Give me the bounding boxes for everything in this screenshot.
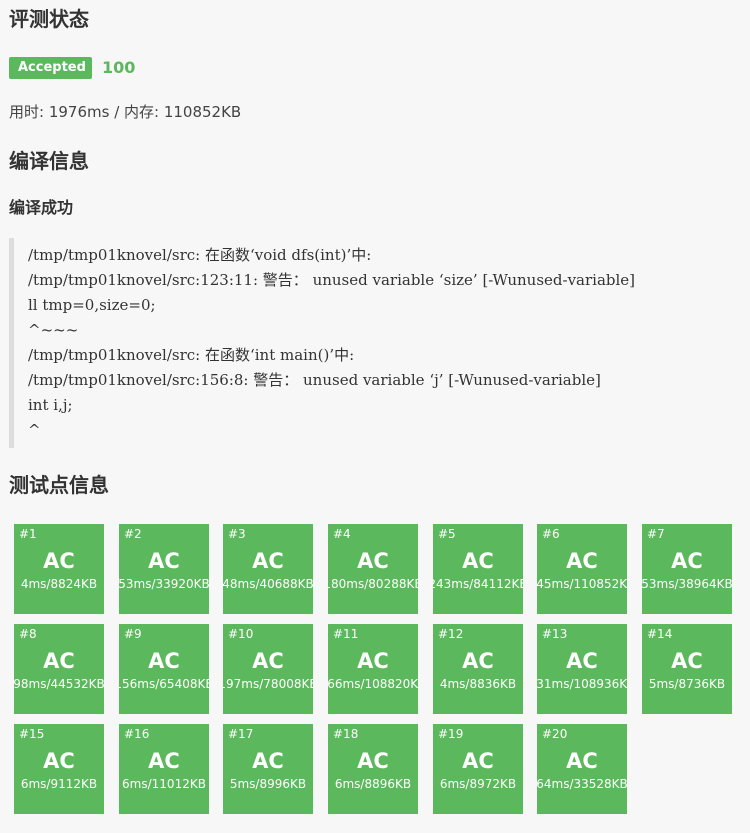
testcase-result: AC [43,749,75,773]
testcase-tile[interactable]: #7 AC 53ms/38964KB [642,524,732,614]
testcase-id: #13 [542,627,568,641]
testcase-id: #20 [542,727,568,741]
compile-log: /tmp/tmp01knovel/src: 在函数‘void dfs(int)’… [9,238,636,448]
testcase-detail: 53ms/33920KB [119,577,209,591]
testcase-id: #14 [647,627,673,641]
testcase-detail: 180ms/80288KB [328,577,418,591]
testcase-id: #5 [438,527,456,541]
testcase-result: AC [357,749,389,773]
testcase-result: AC [462,549,494,573]
testcase-id: #3 [228,527,246,541]
testcase-tile[interactable]: #16 AC 6ms/11012KB [119,724,209,814]
testcase-tile[interactable]: #20 AC 64ms/33528KB [537,724,627,814]
testcase-result: AC [148,749,180,773]
testcase-id: #12 [438,627,464,641]
testcase-tile[interactable]: #18 AC 6ms/8896KB [328,724,418,814]
compile-log-line: int i,j; [28,396,73,414]
testcase-tile[interactable]: #14 AC 5ms/8736KB [642,624,732,714]
testcase-id: #1 [19,527,37,541]
testcase-result: AC [462,749,494,773]
testcase-tile[interactable]: #1 AC 4ms/8824KB [14,524,104,614]
testcase-detail: 64ms/33528KB [537,777,627,791]
testcase-tile[interactable]: #3 AC 48ms/40688KB [223,524,313,614]
testcase-tile[interactable]: #2 AC 53ms/33920KB [119,524,209,614]
testcase-tile[interactable]: #8 AC 98ms/44532KB [14,624,104,714]
testcase-result: AC [252,749,284,773]
testcase-detail: 156ms/65408KB [119,677,209,691]
compile-log-line: ll tmp=0,size=0; [28,296,156,314]
testcase-result: AC [148,649,180,673]
testcase-detail: 5ms/8736KB [648,677,726,691]
testcase-detail: 197ms/78008KB [223,677,313,691]
testcase-result: AC [462,649,494,673]
testcase-result: AC [357,549,389,573]
testcase-detail: 245ms/110852KB [537,577,627,591]
testcase-id: #16 [124,727,150,741]
testcase-result: AC [43,549,75,573]
submission-page: 评测状态 Accepted 100 用时: 1976ms / 内存: 11085… [0,0,750,833]
testcase-detail: 6ms/8896KB [334,777,412,791]
testcase-detail: 6ms/9112KB [20,777,98,791]
testcase-result: AC [43,649,75,673]
testcase-tile[interactable]: #13 AC 331ms/108936KB [537,624,627,714]
testcase-detail: 5ms/8996KB [229,777,307,791]
testcase-tile[interactable]: #10 AC 197ms/78008KB [223,624,313,714]
testcase-id: #7 [647,527,665,541]
testcase-result: AC [252,549,284,573]
testcase-id: #18 [333,727,359,741]
testcase-detail: 48ms/40688KB [223,577,313,591]
score-value: 100 [102,58,136,77]
testcase-tile[interactable]: #5 AC 243ms/84112KB [433,524,523,614]
testcase-detail: 4ms/8824KB [20,577,98,591]
judge-status-heading: 评测状态 [9,7,89,31]
testcase-result: AC [566,749,598,773]
testcase-tile[interactable]: #4 AC 180ms/80288KB [328,524,418,614]
testcase-tile[interactable]: #6 AC 245ms/110852KB [537,524,627,614]
testcase-tile[interactable]: #17 AC 5ms/8996KB [223,724,313,814]
compile-log-line: ^ [28,421,41,439]
usage-summary: 用时: 1976ms / 内存: 110852KB [9,103,242,121]
testcase-detail: 6ms/8972KB [439,777,517,791]
testcase-detail: 98ms/44532KB [14,677,104,691]
testcase-detail: 4ms/8836KB [439,677,517,691]
testcase-detail: 331ms/108936KB [537,677,627,691]
testcase-result: AC [148,549,180,573]
testcase-detail: 6ms/11012KB [122,777,206,791]
compile-info-heading: 编译信息 [9,149,89,173]
testcase-result: AC [252,649,284,673]
testcase-tile[interactable]: #12 AC 4ms/8836KB [433,624,523,714]
testcase-id: #8 [19,627,37,641]
test-info-heading: 测试点信息 [9,473,109,497]
status-badge: Accepted [9,57,92,79]
testcase-id: #17 [228,727,254,741]
compile-result-heading: 编译成功 [9,198,74,217]
testcase-id: #9 [124,627,142,641]
compile-log-line: /tmp/tmp01knovel/src:156:8: 警告： unused v… [28,371,601,389]
testcase-result: AC [566,549,598,573]
testcase-id: #2 [124,527,142,541]
testcase-id: #19 [438,727,464,741]
testcase-id: #10 [228,627,254,641]
testcase-result: AC [357,649,389,673]
testcase-result: AC [671,649,703,673]
testcase-id: #4 [333,527,351,541]
compile-log-line: ^~~~ [28,321,79,339]
compile-log-line: /tmp/tmp01knovel/src: 在函数‘void dfs(int)’… [28,246,372,264]
testcase-result: AC [566,649,598,673]
testcase-tile[interactable]: #9 AC 156ms/65408KB [119,624,209,714]
compile-log-line: /tmp/tmp01knovel/src:123:11: 警告： unused … [28,271,636,289]
testcase-id: #11 [333,627,359,641]
testcase-id: #15 [19,727,45,741]
testcase-tile[interactable]: #11 AC 266ms/108820KB [328,624,418,714]
testcase-tile[interactable]: #15 AC 6ms/9112KB [14,724,104,814]
testcase-detail: 266ms/108820KB [328,677,418,691]
testcase-detail: 53ms/38964KB [642,577,732,591]
testcase-id: #6 [542,527,560,541]
testcase-result: AC [671,549,703,573]
status-row: Accepted 100 [9,57,135,79]
testcase-tile[interactable]: #19 AC 6ms/8972KB [433,724,523,814]
compile-log-line: /tmp/tmp01knovel/src: 在函数‘int main()’中: [28,346,355,364]
testcase-detail: 243ms/84112KB [433,577,523,591]
